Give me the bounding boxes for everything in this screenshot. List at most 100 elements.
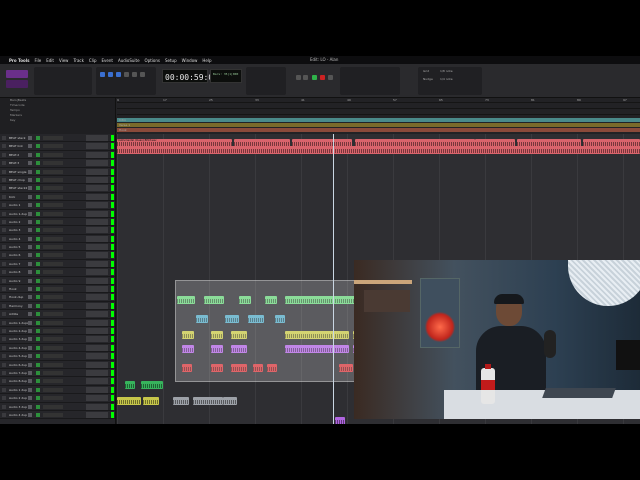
record-enable-button[interactable] — [28, 261, 32, 266]
record-enable-button[interactable] — [28, 194, 32, 199]
record-enable-button[interactable] — [28, 253, 32, 258]
mute-solo-button[interactable] — [36, 169, 40, 174]
record-enable-button[interactable] — [28, 370, 32, 375]
track-name[interactable]: BEAT chop — [9, 178, 25, 182]
selector-tool-icon[interactable] — [116, 72, 121, 77]
mute-solo-button[interactable] — [36, 203, 40, 208]
track-select-checkbox[interactable] — [2, 194, 6, 199]
track-select-checkbox[interactable] — [2, 169, 6, 174]
mute-solo-button[interactable] — [36, 387, 40, 392]
input-selector[interactable] — [43, 270, 63, 275]
input-selector[interactable] — [43, 337, 63, 342]
track-select-checkbox[interactable] — [2, 404, 6, 409]
record-enable-button[interactable] — [28, 320, 32, 325]
record-enable-button[interactable] — [28, 228, 32, 233]
track-name[interactable]: Hook.dup — [9, 295, 23, 299]
track-name[interactable]: Audio 2 dup — [9, 396, 27, 400]
record-enable-button[interactable] — [28, 278, 32, 283]
output-selector[interactable] — [86, 311, 108, 318]
track-name[interactable]: Harmony — [9, 304, 23, 308]
input-selector[interactable] — [43, 387, 63, 392]
track-header[interactable]: BEAT.3 — [0, 159, 115, 168]
zoomer-tool-icon[interactable] — [100, 72, 105, 77]
output-selector[interactable] — [86, 160, 108, 167]
output-selector[interactable] — [86, 378, 108, 385]
mute-solo-button[interactable] — [36, 228, 40, 233]
track-select-checkbox[interactable] — [2, 396, 6, 401]
track-name[interactable]: BEAT link — [9, 144, 23, 148]
track-header[interactable]: BEAT single — [0, 168, 115, 176]
marker-row-verse[interactable]: Verse 1 — [117, 123, 640, 127]
playhead-cursor[interactable] — [333, 134, 334, 424]
input-selector[interactable] — [43, 278, 63, 283]
record-enable-button[interactable] — [28, 287, 32, 292]
track-select-checkbox[interactable] — [2, 253, 6, 258]
menu-view[interactable]: View — [59, 58, 69, 63]
track-header[interactable]: BEAT link — [0, 142, 115, 151]
output-selector[interactable] — [86, 361, 108, 368]
track-header[interactable]: Audio 1.dup2 — [0, 319, 115, 327]
track-select-checkbox[interactable] — [2, 219, 6, 224]
track-select-checkbox[interactable] — [2, 136, 6, 140]
track-name[interactable]: BEAT stack — [9, 136, 26, 140]
track-select-checkbox[interactable] — [2, 278, 6, 283]
output-selector[interactable] — [86, 151, 108, 158]
input-selector[interactable] — [43, 203, 63, 208]
track-header[interactable]: Audio 6.dup — [0, 361, 115, 369]
input-selector[interactable] — [43, 228, 63, 233]
record-enable-button[interactable] — [28, 219, 32, 224]
mute-solo-button[interactable] — [36, 320, 40, 325]
input-selector[interactable] — [43, 396, 63, 401]
menu-help[interactable]: Help — [202, 58, 211, 63]
track-name[interactable]: Audio 6 — [9, 253, 20, 257]
track-name[interactable]: Audio 1.dup — [9, 212, 27, 216]
output-selector[interactable] — [86, 395, 108, 402]
track-select-checkbox[interactable] — [2, 152, 6, 157]
zoom-preset-button[interactable] — [6, 70, 28, 78]
output-selector[interactable] — [86, 286, 108, 293]
audio-clip[interactable] — [125, 381, 135, 389]
track-name[interactable]: Audio 3 — [9, 228, 20, 232]
track-header[interactable]: Audio 3 — [0, 226, 115, 235]
output-selector[interactable] — [86, 294, 108, 301]
output-selector[interactable] — [86, 185, 108, 192]
track-name[interactable]: Audio 1 dup — [9, 388, 27, 392]
mute-solo-button[interactable] — [36, 253, 40, 258]
input-selector[interactable] — [43, 186, 63, 191]
output-selector[interactable] — [86, 277, 108, 284]
input-selector[interactable] — [43, 354, 63, 359]
input-selector[interactable] — [43, 219, 63, 224]
track-name[interactable]: Audio 4.dup — [9, 346, 27, 350]
input-selector[interactable] — [43, 312, 63, 317]
track-header[interactable]: Audio 1.dup — [0, 210, 115, 218]
sub-counter[interactable]: Bars: 35|1|000 — [210, 69, 242, 83]
track-header[interactable]: Audio 1 dup — [0, 386, 115, 395]
menu-audiosuite[interactable]: AudioSuite — [118, 58, 140, 63]
mute-solo-button[interactable] — [36, 379, 40, 384]
edit-mode-button[interactable] — [6, 80, 28, 88]
menu-event[interactable]: Event — [101, 58, 112, 63]
record-enable-button[interactable] — [28, 387, 32, 392]
track-select-checkbox[interactable] — [2, 345, 6, 350]
main-counter[interactable]: 00:00:59:08 — [162, 69, 218, 83]
audio-clip[interactable] — [141, 381, 163, 389]
record-enable-button[interactable] — [28, 245, 32, 250]
input-selector[interactable] — [43, 152, 63, 157]
record-enable-button[interactable] — [28, 203, 32, 208]
input-selector[interactable] — [43, 136, 63, 140]
track-name[interactable]: Audio 7.dup — [9, 371, 27, 375]
track-header[interactable]: Audio 2 dup — [0, 394, 115, 403]
input-selector[interactable] — [43, 236, 63, 241]
track-name[interactable]: Audio 3.dup — [9, 337, 27, 341]
output-selector[interactable] — [86, 353, 108, 360]
record-enable-button[interactable] — [28, 362, 32, 367]
output-selector[interactable] — [86, 411, 108, 418]
play-button[interactable] — [312, 75, 317, 80]
mute-solo-button[interactable] — [36, 345, 40, 350]
track-header[interactable]: Audio 4 dup — [0, 411, 115, 420]
track-header[interactable]: Harmony — [0, 302, 115, 311]
track-name[interactable]: Audio 7 — [9, 262, 20, 266]
track-select-checkbox[interactable] — [2, 211, 6, 216]
track-name[interactable]: Audio 1.dup2 — [9, 321, 29, 325]
output-selector[interactable] — [86, 386, 108, 393]
